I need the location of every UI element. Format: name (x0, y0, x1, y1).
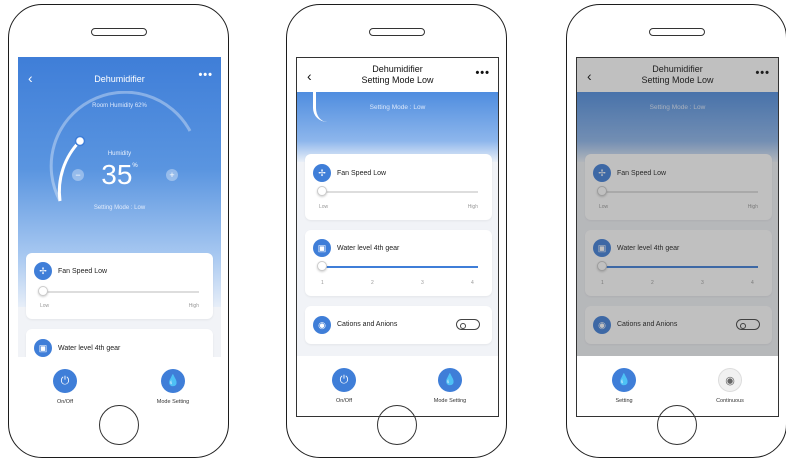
humidity-unit: % (132, 163, 138, 169)
humidity-minus-button[interactable]: − (72, 169, 84, 181)
fan-low-label: Low (40, 303, 50, 309)
mode-setting-button[interactable]: 💧 Mode Setting (415, 368, 485, 404)
more-menu-button[interactable]: ••• (198, 69, 213, 81)
fan-speed-knob[interactable] (38, 286, 48, 296)
water-level-knob[interactable] (317, 261, 327, 271)
fan-speed-slider[interactable] (40, 291, 199, 293)
home-button[interactable] (656, 405, 697, 445)
droplet-icon: 💧 (161, 369, 185, 393)
ions-toggle[interactable] (456, 319, 480, 330)
power-icon: ⏻ (332, 368, 356, 392)
fan-speed-card: ✢ Fan Speed Low Low High (305, 154, 492, 220)
water-icon: ▣ (313, 239, 331, 257)
power-icon: ⏻ (53, 369, 77, 393)
phone-3: ‹ Dehumidifier Setting Mode Low ••• Sett… (566, 4, 786, 458)
fan-speed-knob[interactable] (317, 186, 327, 196)
water-tick-2: 2 (371, 280, 374, 286)
ions-icon: ◉ (313, 316, 331, 334)
onoff-label: On/Off (335, 398, 353, 404)
continuous-icon: ◉ (718, 368, 742, 392)
mode-setting-label: Mode Setting (156, 399, 190, 405)
fan-speed-card: ✢ Fan Speed Low Low High (26, 253, 213, 319)
humidity-label: Humidity (107, 151, 132, 157)
page-subtitle: Setting Mode Low (361, 75, 434, 85)
fan-high-label: High (467, 204, 478, 210)
water-level-label: Water level 4th gear (58, 345, 121, 352)
continuous-button[interactable]: ◉ Continuous (695, 368, 765, 404)
speaker-grille (90, 28, 147, 36)
setting-label: Setting (615, 398, 633, 404)
humidity-value-wrap: 35% (18, 159, 221, 191)
home-button[interactable] (98, 405, 139, 445)
phone-2: ‹ Dehumidifier Setting Mode Low ••• Sett… (286, 4, 507, 458)
fan-high-label: High (188, 303, 199, 309)
fan-icon: ✢ (313, 164, 331, 182)
water-level-label: Water level 4th gear (337, 245, 400, 252)
more-menu-button[interactable]: ••• (475, 67, 490, 79)
water-level-card: ▣ Water level 4th gear 1 2 3 4 (305, 230, 492, 296)
fan-speed-label: Fan Speed Low (58, 268, 108, 275)
dim-overlay[interactable] (577, 58, 778, 358)
dial-handle (74, 135, 86, 147)
page-title: Dehumidifier (372, 64, 423, 74)
fan-speed-label: Fan Speed Low (337, 170, 387, 177)
humidity-value: 35 (101, 159, 133, 190)
setting-mode-text: Setting Mode : Low (369, 104, 426, 111)
screen-main: ‹ Dehumidifier ••• Room Humidity 62% Hum… (18, 57, 221, 417)
ions-card: ◉ Cations and Anions (305, 306, 492, 344)
mode-setting-label: Mode Setting (433, 398, 467, 404)
mode-band: Setting Mode : Low (297, 92, 498, 162)
water-tick-1: 1 (321, 280, 324, 286)
mode-setting-button[interactable]: 💧 Mode Setting (138, 369, 208, 405)
water-icon: ▣ (34, 339, 52, 357)
title-block: Dehumidifier Setting Mode Low (297, 64, 498, 86)
water-level-slider[interactable] (319, 266, 478, 268)
speaker-grille (368, 28, 425, 36)
setting-mode-text: Setting Mode : Low (93, 205, 146, 211)
onoff-label: On/Off (56, 399, 74, 405)
header: ‹ Dehumidifier Setting Mode Low ••• (297, 58, 498, 92)
humidity-plus-button[interactable]: + (166, 169, 178, 181)
fan-speed-slider[interactable] (319, 191, 478, 193)
ions-label: Cations and Anions (337, 321, 398, 328)
fan-icon: ✢ (34, 262, 52, 280)
water-tick-4: 4 (471, 280, 474, 286)
page-title: Dehumidifier (94, 74, 145, 84)
continuous-label: Continuous (716, 398, 744, 404)
setting-button[interactable]: 💧 Setting (589, 368, 659, 404)
speaker-grille (648, 28, 705, 36)
screen-mode-sheet: ‹ Dehumidifier Setting Mode Low ••• Sett… (576, 57, 779, 417)
home-button[interactable] (376, 405, 417, 445)
water-tick-3: 3 (421, 280, 424, 286)
phone-1: ‹ Dehumidifier ••• Room Humidity 62% Hum… (8, 4, 229, 458)
fan-low-label: Low (319, 204, 329, 210)
screen-settings: ‹ Dehumidifier Setting Mode Low ••• Sett… (296, 57, 499, 417)
onoff-button[interactable]: ⏻ On/Off (309, 368, 379, 404)
onoff-button[interactable]: ⏻ On/Off (30, 369, 100, 405)
droplet-icon: 💧 (438, 368, 462, 392)
droplet-icon: 💧 (612, 368, 636, 392)
